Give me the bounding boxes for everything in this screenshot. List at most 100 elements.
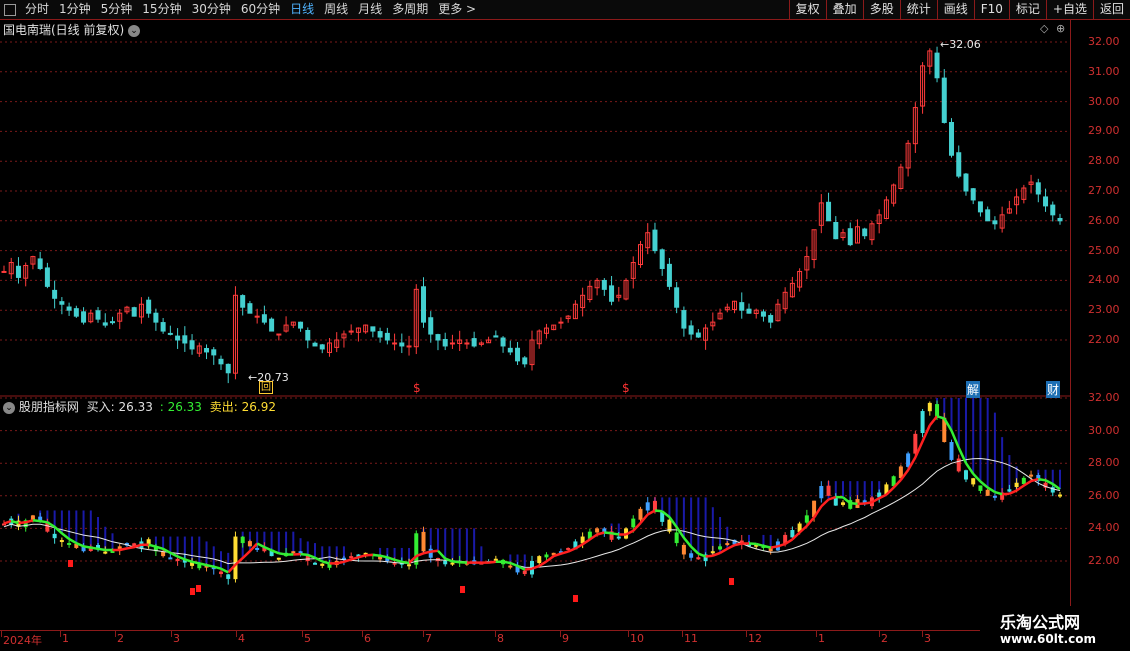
finance-marker[interactable]: 财 [1046, 381, 1061, 398]
indicator-bar [963, 470, 968, 480]
statistics-button[interactable]: 统计 [899, 0, 937, 19]
candle-body [435, 334, 441, 341]
indicator-bar [508, 565, 513, 568]
f10-button[interactable]: F10 [973, 0, 1009, 19]
date-tick-mark [560, 631, 561, 637]
candle-body [659, 249, 665, 269]
candle-body [102, 322, 108, 326]
date-tick: 1 [818, 632, 825, 645]
date-tick: 9 [562, 632, 569, 645]
chevron-down-icon[interactable]: ⌄ [128, 24, 141, 37]
candle-body [558, 321, 564, 324]
candle-body [370, 326, 376, 332]
candle-body [739, 302, 745, 311]
zoom-in-icon[interactable]: ⊕ [1056, 22, 1065, 35]
kline-chart[interactable] [0, 20, 1070, 630]
indicator-bar [407, 564, 412, 567]
candle-body [746, 308, 752, 314]
candle-body [522, 357, 528, 365]
date-tick-mark [115, 631, 116, 637]
stock-title: 国电南瑞(日线 前复权) ⌄ [3, 21, 141, 38]
candle-body [377, 331, 383, 338]
diamond-icon[interactable]: ◇ [1040, 22, 1048, 35]
date-axis [0, 630, 1070, 651]
mark-button[interactable]: 标记 [1008, 0, 1046, 19]
window-icon[interactable] [4, 3, 16, 16]
period-tab-daily[interactable]: 日线 [285, 0, 319, 19]
date-tick: 2 [117, 632, 124, 645]
candle-body [956, 152, 962, 177]
period-tab-1min[interactable]: 1分钟 [54, 0, 96, 19]
candle-body [225, 363, 231, 374]
period-tab-monthly[interactable]: 月线 [353, 0, 387, 19]
chevron-down-icon[interactable]: ⌄ [3, 401, 15, 414]
indicator-bar [920, 411, 925, 434]
period-tab-weekly[interactable]: 周线 [319, 0, 353, 19]
price-tick: 26.00 [1088, 488, 1120, 502]
draw-line-button[interactable]: 画线 [936, 0, 974, 19]
period-tab-60min[interactable]: 60分钟 [236, 0, 285, 19]
candle-body [449, 342, 455, 345]
candle-body [254, 315, 260, 318]
indicator-bar [67, 542, 72, 545]
indicator-bar [1021, 477, 1026, 485]
candle-body [384, 332, 390, 341]
signal-markers [68, 560, 734, 602]
candle-body [247, 303, 253, 314]
watermark-url: www.60lt.com [1000, 632, 1097, 646]
overlay-button[interactable]: 叠加 [825, 0, 863, 19]
candle-body [1050, 204, 1056, 216]
candle-body [66, 306, 72, 311]
candle-body [73, 308, 79, 317]
back-button[interactable]: 返回 [1092, 0, 1130, 19]
candle-body [298, 321, 304, 329]
indicator-bar [428, 548, 433, 558]
price-tick: 29.00 [1088, 124, 1120, 138]
period-tab-15min[interactable]: 15分钟 [137, 0, 186, 19]
candle-body [826, 201, 832, 222]
price-tick: 23.00 [1088, 303, 1120, 317]
candle-body [609, 285, 615, 302]
period-tab-tick[interactable]: 分时 [20, 0, 54, 19]
dollar-marker-2[interactable]: $ [622, 381, 630, 395]
sell-line [10, 415, 1061, 574]
add-watchlist-button[interactable]: +自选 [1045, 0, 1093, 19]
candle-body [442, 339, 448, 347]
date-tick: 8 [497, 632, 504, 645]
candle-body [963, 173, 969, 192]
date-tick: 1 [62, 632, 69, 645]
candle-body [305, 329, 311, 341]
period-tab-30min[interactable]: 30分钟 [187, 0, 236, 19]
indicator-bar [985, 489, 990, 496]
indicator-bar [906, 453, 911, 467]
candle-body [95, 310, 101, 320]
period-tab-more[interactable]: 更多 > [433, 0, 481, 19]
candle-body [182, 335, 188, 344]
date-tick-mark [816, 631, 817, 637]
candle-body [507, 347, 513, 353]
date-tick: 3 [173, 632, 180, 645]
date-tick: 2 [881, 632, 888, 645]
period-toolbar: 分时 1分钟 5分钟 15分钟 30分钟 60分钟 日线 周线 月线 多周期 更… [0, 0, 1130, 20]
indicator-bar [276, 557, 281, 560]
indicator-bar [1014, 482, 1019, 488]
indicator-bar [537, 556, 542, 564]
candle-body [977, 201, 983, 213]
indicator-bar [710, 551, 715, 554]
dollar-marker-1[interactable]: $ [413, 381, 421, 395]
indicator-bar [804, 515, 809, 523]
multi-stock-button[interactable]: 多股 [862, 0, 900, 19]
period-tab-multi[interactable]: 多周期 [387, 0, 433, 19]
candle-body [175, 335, 181, 341]
candle-body [681, 310, 687, 329]
adjust-button[interactable]: 复权 [788, 0, 826, 19]
date-tick-mark [922, 631, 923, 637]
indicator-bar [992, 495, 997, 498]
buy-line [3, 415, 1039, 574]
date-tick: 10 [630, 632, 644, 645]
period-tab-5min[interactable]: 5分钟 [96, 0, 138, 19]
unlock-marker[interactable]: 解 [966, 381, 981, 398]
return-marker[interactable]: 回 [259, 381, 273, 394]
indicator-bar [790, 530, 795, 538]
date-tick: 7 [425, 632, 432, 645]
